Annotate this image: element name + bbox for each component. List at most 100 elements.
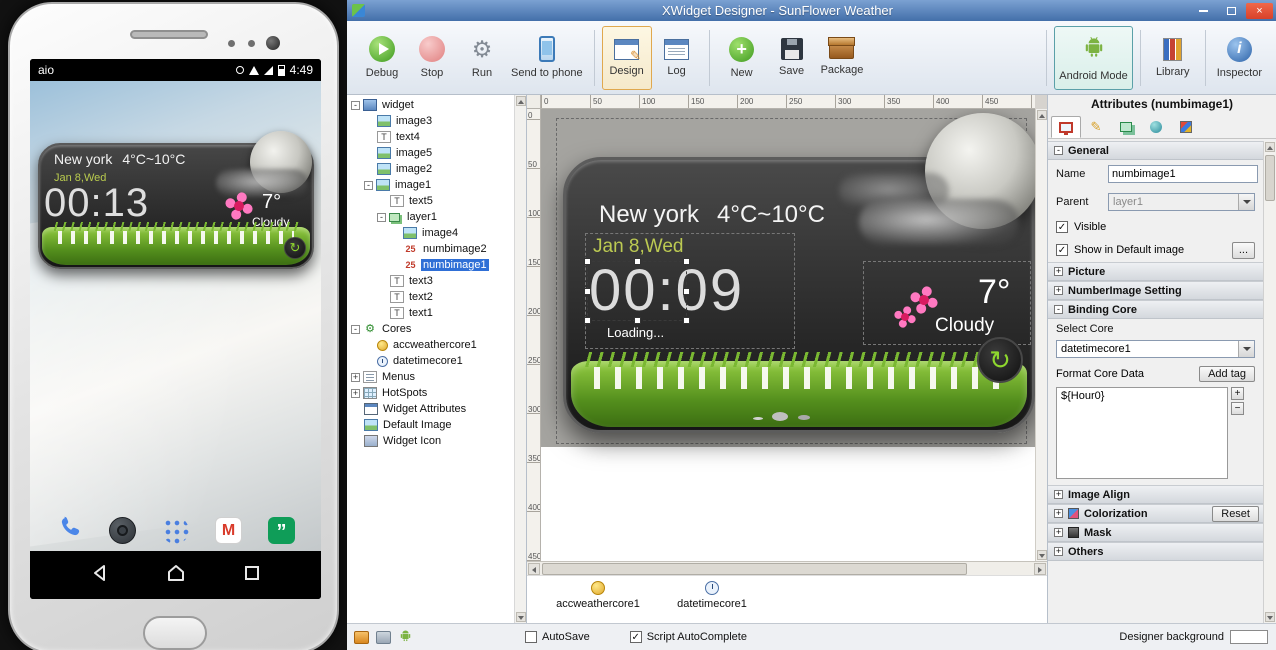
decrease-button[interactable]: − [1231, 402, 1244, 415]
design-button[interactable]: Design [602, 26, 652, 90]
tree-expander-icon[interactable]: - [351, 325, 360, 334]
resize-handle[interactable] [584, 258, 591, 265]
browse-button[interactable]: ... [1232, 242, 1255, 259]
collapse-icon[interactable]: - [1054, 305, 1063, 314]
tab-sphere[interactable] [1141, 116, 1171, 138]
tree-item-image3[interactable]: image3 [347, 113, 514, 129]
tree-item-accweathercore1[interactable]: accweathercore1 [347, 337, 514, 353]
tab-display[interactable] [1051, 116, 1081, 138]
maximize-button[interactable] [1218, 3, 1245, 19]
tree-scrollbar[interactable] [514, 95, 526, 623]
widget-design-region[interactable]: New york4°C~10°C Jan 8,Wed 00:09 [541, 109, 1035, 447]
tree-item-default-image[interactable]: Default Image [347, 417, 514, 433]
inspector-button[interactable]: Inspector [1213, 26, 1266, 90]
tree-item-widget-icon[interactable]: Widget Icon [347, 433, 514, 449]
add-tag-button[interactable]: Add tag [1199, 366, 1255, 382]
refresh-icon[interactable]: ↻ [977, 337, 1023, 383]
collapse-icon[interactable]: - [1054, 146, 1063, 155]
link-icon[interactable] [376, 631, 391, 644]
increase-button[interactable]: + [1231, 387, 1244, 400]
canvas-weather-widget[interactable]: New york4°C~10°C Jan 8,Wed 00:09 [563, 157, 1035, 433]
date-element[interactable]: Jan 8,Wed [593, 236, 683, 258]
tree-item-image5[interactable]: image5 [347, 145, 514, 161]
section-numberimage[interactable]: + NumberImage Setting [1048, 281, 1263, 300]
format-core-data-input[interactable]: ${Hour0} [1056, 387, 1228, 479]
tree-item-widget[interactable]: -widget [347, 97, 514, 113]
canvas-vertical-scrollbar[interactable] [1035, 109, 1047, 561]
resize-handle[interactable] [584, 317, 591, 324]
scroll-left-icon[interactable] [528, 563, 540, 575]
tree-item-text5[interactable]: text5 [347, 193, 514, 209]
close-button[interactable]: × [1246, 3, 1273, 19]
tab-cube[interactable] [1171, 116, 1201, 138]
save-button[interactable]: Save [767, 26, 817, 90]
scroll-down-icon[interactable] [1265, 612, 1275, 622]
resize-handle[interactable] [634, 258, 641, 265]
scroll-right-icon[interactable] [1034, 563, 1046, 575]
tree-item-text2[interactable]: text2 [347, 289, 514, 305]
expand-icon[interactable]: + [1054, 528, 1063, 537]
tree-item-text3[interactable]: text3 [347, 273, 514, 289]
scroll-up-icon[interactable] [1265, 142, 1275, 152]
section-image-align[interactable]: + Image Align [1048, 485, 1263, 504]
expand-icon[interactable]: + [1054, 267, 1063, 276]
tree-item-text1[interactable]: text1 [347, 305, 514, 321]
temperature-element[interactable]: 7° [978, 273, 1011, 312]
design-canvas[interactable]: New york4°C~10°C Jan 8,Wed 00:09 [541, 109, 1035, 561]
city-element[interactable]: New york4°C~10°C [599, 201, 825, 229]
tree-expander-icon[interactable]: - [377, 213, 386, 222]
run-button[interactable]: Run [457, 26, 507, 90]
new-button[interactable]: New [717, 26, 767, 90]
tab-edit[interactable] [1081, 116, 1111, 138]
debug-button[interactable]: Debug [357, 26, 407, 90]
selection-box[interactable] [587, 261, 687, 321]
tree-item-menus[interactable]: +Menus [347, 369, 514, 385]
script-autocomplete-checkbox[interactable] [630, 631, 642, 643]
select-core-dropdown[interactable]: datetimecore1 [1056, 340, 1255, 358]
canvas-horizontal-scrollbar[interactable] [527, 561, 1047, 575]
tree-item-image2[interactable]: image2 [347, 161, 514, 177]
tree-expander-icon[interactable]: + [351, 373, 360, 382]
section-binding-core[interactable]: - Binding Core [1048, 300, 1263, 319]
scroll-down-icon[interactable] [516, 612, 526, 622]
datetimecore-item[interactable]: datetimecore1 [657, 581, 767, 610]
chevron-down-icon[interactable] [1238, 341, 1254, 357]
section-others[interactable]: + Others [1048, 542, 1263, 561]
package-button[interactable]: Package [817, 26, 868, 90]
scroll-up-icon[interactable] [1037, 110, 1047, 120]
tree-item-datetimecore1[interactable]: datetimecore1 [347, 353, 514, 369]
resize-handle[interactable] [634, 317, 641, 324]
tree-item-layer1[interactable]: -layer1 [347, 209, 514, 225]
scroll-down-icon[interactable] [1037, 550, 1047, 560]
tree-item-numbimage1[interactable]: 25numbimage1 [347, 257, 514, 273]
expand-icon[interactable]: + [1054, 490, 1063, 499]
send-to-phone-button[interactable]: Send to phone [507, 26, 587, 90]
tab-windows[interactable] [1111, 116, 1141, 138]
resize-handle[interactable] [683, 258, 690, 265]
tree-item-widget-attributes[interactable]: Widget Attributes [347, 401, 514, 417]
section-mask[interactable]: + Mask [1048, 523, 1263, 542]
scroll-up-icon[interactable] [516, 96, 526, 106]
scrollbar-thumb[interactable] [542, 563, 967, 575]
tree-item-image1[interactable]: -image1 [347, 177, 514, 193]
section-general[interactable]: - General [1048, 141, 1263, 160]
parent-select[interactable]: layer1 [1108, 193, 1255, 211]
condition-element[interactable]: Cloudy [935, 315, 994, 337]
stop-button[interactable]: Stop [407, 26, 457, 90]
expand-icon[interactable]: + [1054, 509, 1063, 518]
autosave-checkbox[interactable] [525, 631, 537, 643]
chevron-down-icon[interactable] [1238, 194, 1254, 210]
background-color-swatch[interactable] [1230, 630, 1268, 644]
tree-item-numbimage2[interactable]: 25numbimage2 [347, 241, 514, 257]
show-default-checkbox[interactable] [1056, 244, 1068, 256]
resize-handle[interactable] [683, 288, 690, 295]
tree-item-image4[interactable]: image4 [347, 225, 514, 241]
expand-icon[interactable]: + [1054, 547, 1063, 556]
section-colorization[interactable]: + Colorization Reset [1048, 504, 1263, 523]
reset-button[interactable]: Reset [1212, 506, 1259, 522]
loading-text[interactable]: Loading... [607, 325, 664, 340]
tree-expander-icon[interactable]: - [351, 101, 360, 110]
tree-item-text4[interactable]: text4 [347, 129, 514, 145]
library-button[interactable]: Library [1148, 26, 1198, 90]
tree-item-hotspots[interactable]: +HotSpots [347, 385, 514, 401]
